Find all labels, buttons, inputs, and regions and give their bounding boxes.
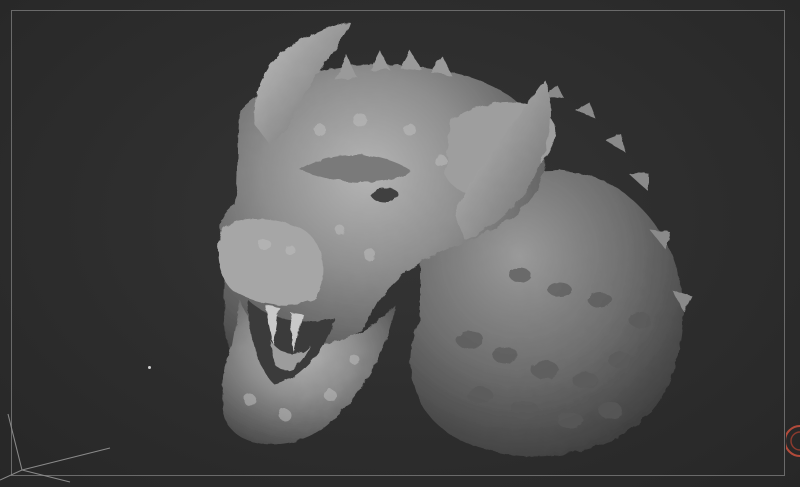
3d-viewport[interactable] — [0, 0, 800, 487]
pivot-point-marker — [148, 366, 151, 369]
sculpt-app — [0, 0, 800, 487]
axis-orientation-gizmo-icon[interactable] — [0, 410, 130, 487]
circular-widget-fragment-icon[interactable] — [786, 424, 800, 458]
